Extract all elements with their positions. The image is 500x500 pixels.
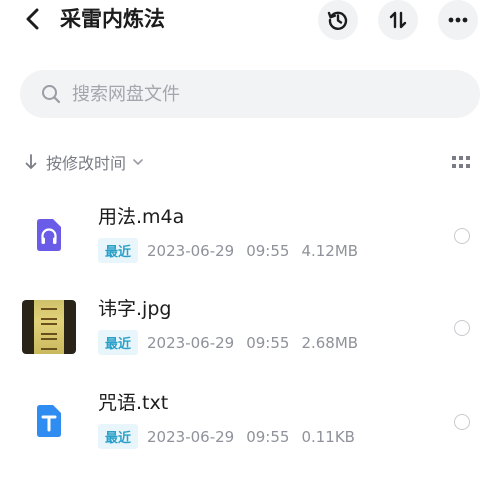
image-thumbnail — [22, 300, 76, 354]
more-options-button[interactable] — [438, 0, 478, 40]
file-time: 09:55 — [246, 427, 290, 446]
sort-selector[interactable]: 按修改时间 — [24, 148, 144, 176]
file-folder-page: 采雷内炼法 按修改时间 — [0, 0, 500, 500]
history-icon — [327, 11, 348, 30]
grid-view-icon — [452, 156, 470, 168]
history-button[interactable] — [318, 0, 358, 40]
more-dots-icon — [448, 17, 468, 23]
back-button[interactable] — [18, 4, 48, 34]
chevron-down-icon — [133, 159, 143, 165]
recent-badge: 最近 — [98, 330, 139, 355]
file-meta: 最近 2023-06-29 09:55 2.68MB — [98, 330, 358, 355]
view-toggle-button[interactable] — [450, 152, 472, 174]
page-title: 采雷内炼法 — [60, 7, 165, 31]
file-time: 09:55 — [246, 333, 290, 352]
audio-file-icon — [22, 208, 76, 262]
file-name: 讳字.jpg — [98, 298, 172, 320]
file-row-text[interactable]: 咒语.txt 最近 2023-06-29 09:55 0.11KB — [0, 384, 500, 464]
file-meta: 最近 2023-06-29 09:55 4.12MB — [98, 238, 358, 263]
file-date: 2023-06-29 — [147, 241, 235, 260]
file-time: 09:55 — [246, 241, 290, 260]
arrow-down-icon — [25, 154, 37, 169]
file-size: 2.68MB — [301, 333, 359, 352]
recent-badge: 最近 — [98, 238, 139, 263]
text-file-icon — [22, 394, 76, 448]
file-name: 用法.m4a — [98, 206, 185, 228]
file-meta: 最近 2023-06-29 09:55 0.11KB — [98, 424, 355, 449]
recent-badge: 最近 — [98, 424, 139, 449]
sort-arrows-icon — [389, 11, 407, 29]
select-checkbox[interactable] — [454, 320, 470, 336]
file-row-audio[interactable]: 用法.m4a 最近 2023-06-29 09:55 4.12MB — [0, 198, 500, 278]
search-input[interactable] — [72, 79, 452, 109]
file-date: 2023-06-29 — [147, 333, 235, 352]
file-row-image[interactable]: 讳字.jpg 最近 2023-06-29 09:55 2.68MB — [0, 290, 500, 370]
select-checkbox[interactable] — [454, 228, 470, 244]
select-checkbox[interactable] — [454, 414, 470, 430]
search-icon — [42, 85, 61, 104]
file-size: 4.12MB — [301, 241, 359, 260]
sort-label: 按修改时间 — [46, 154, 127, 173]
back-arrow-icon — [26, 8, 39, 30]
file-name: 咒语.txt — [98, 392, 169, 414]
file-date: 2023-06-29 — [147, 427, 235, 446]
sort-button[interactable] — [378, 0, 418, 40]
file-size: 0.11KB — [301, 427, 355, 446]
search-bar[interactable] — [20, 70, 480, 118]
